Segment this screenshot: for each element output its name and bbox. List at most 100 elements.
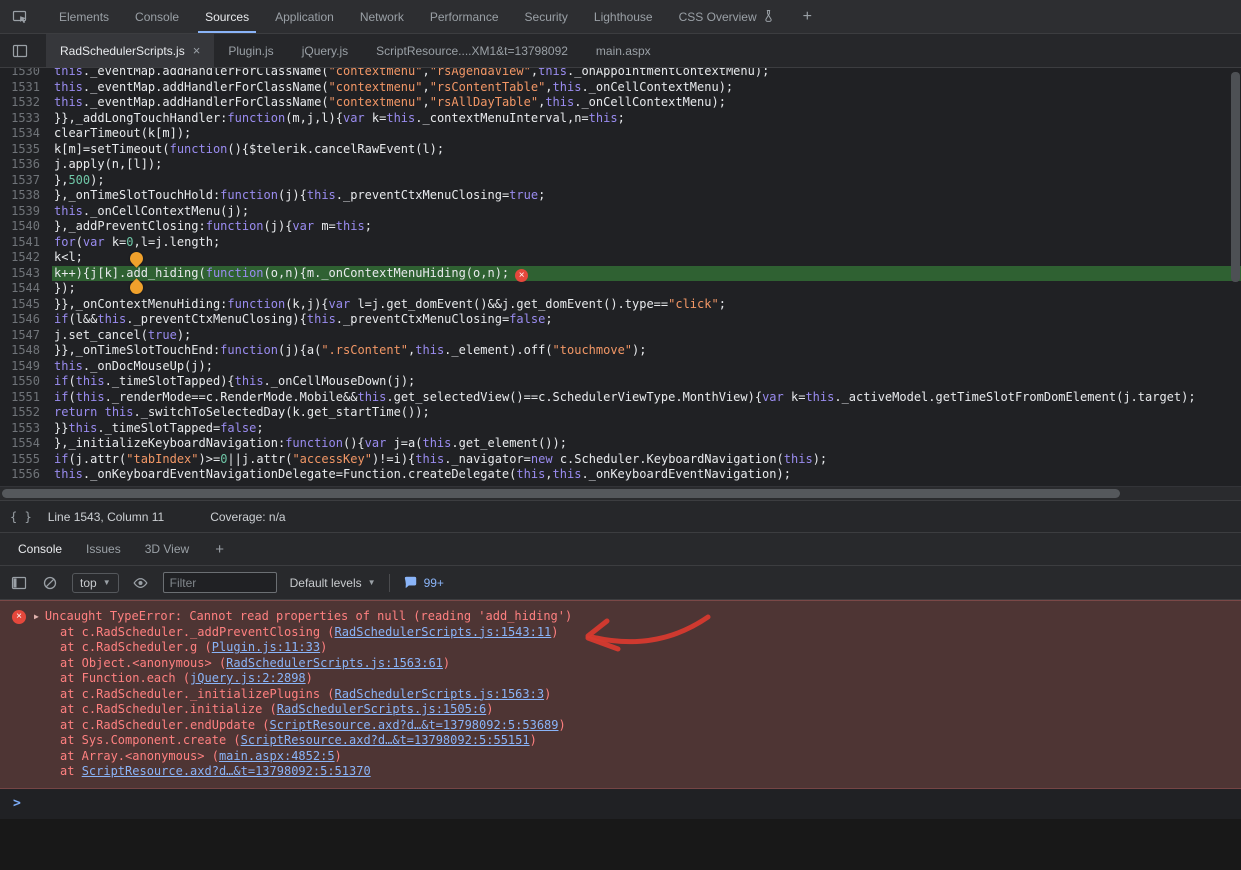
code-text[interactable]: k++){j[k].add_hiding(function(o,n){m._on… <box>52 266 1241 282</box>
line-number-gutter[interactable]: 1547 <box>0 328 52 344</box>
clear-console-icon[interactable] <box>41 574 59 592</box>
tab-sources[interactable]: Sources <box>192 0 262 33</box>
file-tab-plugin-js[interactable]: Plugin.js <box>214 34 287 67</box>
code-text[interactable]: this._onCellContextMenu(j); <box>52 204 1241 220</box>
console-sidebar-icon[interactable] <box>10 574 28 592</box>
code-text[interactable]: return this._switchToSelectedDay(k.get_s… <box>52 405 1241 421</box>
file-tab-radschedulerscripts-js[interactable]: RadSchedulerScripts.js× <box>46 34 214 67</box>
code-text[interactable]: this._eventMap.addHandlerForClassName("c… <box>52 68 1241 80</box>
code-text[interactable]: this._onKeyboardEventNavigationDelegate=… <box>52 467 1241 483</box>
line-number-gutter[interactable]: 1534 <box>0 126 52 142</box>
tab-lighthouse[interactable]: Lighthouse <box>581 0 666 33</box>
inline-error-icon[interactable]: × <box>515 269 528 282</box>
expand-triangle-icon[interactable]: ▶ <box>34 609 39 625</box>
line-number-gutter[interactable]: 1550 <box>0 374 52 390</box>
stack-frame-link[interactable]: ScriptResource.axd?d…&t=13798092:5:53689 <box>270 718 559 732</box>
drawer-tab-console[interactable]: Console <box>6 533 74 565</box>
code-text[interactable]: }); <box>52 281 1241 297</box>
code-text[interactable]: j.apply(n,[l]); <box>52 157 1241 173</box>
line-number-gutter[interactable]: 1538 <box>0 188 52 204</box>
stack-frame-link[interactable]: Plugin.js:11:33 <box>212 640 320 654</box>
code-text[interactable]: if(l&&this._preventCtxMenuClosing){this.… <box>52 312 1241 328</box>
context-selector[interactable]: top ▼ <box>72 573 119 593</box>
inspect-icon[interactable] <box>8 5 32 29</box>
line-number-gutter[interactable]: 1554 <box>0 436 52 452</box>
tab-network[interactable]: Network <box>347 0 417 33</box>
line-number-gutter[interactable]: 1539 <box>0 204 52 220</box>
tab-elements[interactable]: Elements <box>46 0 122 33</box>
issues-counter[interactable]: 99+ <box>403 575 444 590</box>
code-text[interactable]: this._eventMap.addHandlerForClassName("c… <box>52 80 1241 96</box>
code-text[interactable]: this._onDocMouseUp(j); <box>52 359 1241 375</box>
code-text[interactable]: k<l; <box>52 250 1241 266</box>
line-number-gutter[interactable]: 1533 <box>0 111 52 127</box>
line-number-gutter[interactable]: 1544 <box>0 281 52 297</box>
vertical-scrollbar-thumb[interactable] <box>1231 72 1240 282</box>
line-number-gutter[interactable]: 1543 <box>0 266 52 282</box>
line-number-gutter[interactable]: 1536 <box>0 157 52 173</box>
add-drawer-tab-button[interactable]: + <box>201 533 238 565</box>
line-number-gutter[interactable]: 1537 <box>0 173 52 189</box>
stack-frame-link[interactable]: main.aspx:4852:5 <box>219 749 335 763</box>
line-number-gutter[interactable]: 1546 <box>0 312 52 328</box>
code-text[interactable]: this._eventMap.addHandlerForClassName("c… <box>52 95 1241 111</box>
code-text[interactable]: clearTimeout(k[m]); <box>52 126 1241 142</box>
line-number-gutter[interactable]: 1548 <box>0 343 52 359</box>
line-number-gutter[interactable]: 1542 <box>0 250 52 266</box>
code-text[interactable]: for(var k=0,l=j.length; <box>52 235 1241 251</box>
code-text[interactable]: }},_addLongTouchHandler:function(m,j,l){… <box>52 111 1241 127</box>
code-text[interactable]: if(j.attr("tabIndex")>=0||j.attr("access… <box>52 452 1241 468</box>
stack-frame-link[interactable]: RadSchedulerScripts.js:1563:61 <box>226 656 443 670</box>
tab-security[interactable]: Security <box>512 0 581 33</box>
stack-frame-link[interactable]: RadSchedulerScripts.js:1505:6 <box>277 702 487 716</box>
line-number-gutter[interactable]: 1551 <box>0 390 52 406</box>
filter-input[interactable] <box>163 572 277 593</box>
pretty-print-button[interactable]: { } <box>10 510 32 524</box>
stack-frame-link[interactable]: jQuery.js:2:2898 <box>190 671 306 685</box>
navigator-toggle-icon[interactable] <box>8 39 32 63</box>
drawer-tab-issues[interactable]: Issues <box>74 533 133 565</box>
line-number-gutter[interactable]: 1553 <box>0 421 52 437</box>
stack-frame-link[interactable]: RadSchedulerScripts.js:1543:11 <box>335 625 552 639</box>
tab-console[interactable]: Console <box>122 0 192 33</box>
tab-css-overview[interactable]: CSS Overview <box>666 0 787 33</box>
line-number-gutter[interactable]: 1535 <box>0 142 52 158</box>
line-number-gutter[interactable]: 1532 <box>0 95 52 111</box>
line-number-gutter[interactable]: 1549 <box>0 359 52 375</box>
code-text[interactable]: },_addPreventClosing:function(j){var m=t… <box>52 219 1241 235</box>
log-levels-dropdown[interactable]: Default levels ▼ <box>290 576 376 590</box>
line-number-gutter[interactable]: 1531 <box>0 80 52 96</box>
code-text[interactable]: k[m]=setTimeout(function(){$telerik.canc… <box>52 142 1241 158</box>
tab-performance[interactable]: Performance <box>417 0 512 33</box>
code-text[interactable]: }}this._timeSlotTapped=false; <box>52 421 1241 437</box>
drawer-tab-3d-view[interactable]: 3D View <box>133 533 201 565</box>
file-tab-scriptresource-xm1-t-13798092[interactable]: ScriptResource....XM1&t=13798092 <box>362 34 582 67</box>
line-number-gutter[interactable]: 1555 <box>0 452 52 468</box>
console-prompt[interactable]: > <box>0 789 1241 819</box>
line-number-gutter[interactable]: 1552 <box>0 405 52 421</box>
code-text[interactable]: if(this._timeSlotTapped){this._onCellMou… <box>52 374 1241 390</box>
code-text[interactable]: }},_onTimeSlotTouchEnd:function(j){a(".r… <box>52 343 1241 359</box>
file-tab-jquery-js[interactable]: jQuery.js <box>288 34 362 67</box>
tab-application[interactable]: Application <box>262 0 347 33</box>
line-number-gutter[interactable]: 1545 <box>0 297 52 313</box>
code-text[interactable]: },_initializeKeyboardNavigation:function… <box>52 436 1241 452</box>
more-tabs-button[interactable]: + <box>787 0 828 33</box>
file-tab-main-aspx[interactable]: main.aspx <box>582 34 665 67</box>
horizontal-scrollbar[interactable] <box>0 486 1241 500</box>
stack-frame-link[interactable]: RadSchedulerScripts.js:1563:3 <box>335 687 545 701</box>
line-number-gutter[interactable]: 1556 <box>0 467 52 483</box>
code-text[interactable]: j.set_cancel(true); <box>52 328 1241 344</box>
line-number-gutter[interactable]: 1541 <box>0 235 52 251</box>
line-number-gutter[interactable]: 1530 <box>0 68 52 80</box>
horizontal-scrollbar-thumb[interactable] <box>2 489 1120 498</box>
code-text[interactable]: if(this._renderMode==c.RenderMode.Mobile… <box>52 390 1241 406</box>
live-expression-eye-icon[interactable] <box>132 574 150 592</box>
code-text[interactable]: },500); <box>52 173 1241 189</box>
line-number-gutter[interactable]: 1540 <box>0 219 52 235</box>
stack-frame-link[interactable]: ScriptResource.axd?d…&t=13798092:5:51370 <box>82 764 371 778</box>
code-text[interactable]: }},_onContextMenuHiding:function(k,j){va… <box>52 297 1241 313</box>
code-text[interactable]: },_onTimeSlotTouchHold:function(j){this.… <box>52 188 1241 204</box>
close-tab-icon[interactable]: × <box>193 43 201 58</box>
stack-frame-link[interactable]: ScriptResource.axd?d…&t=13798092:5:55151 <box>241 733 530 747</box>
